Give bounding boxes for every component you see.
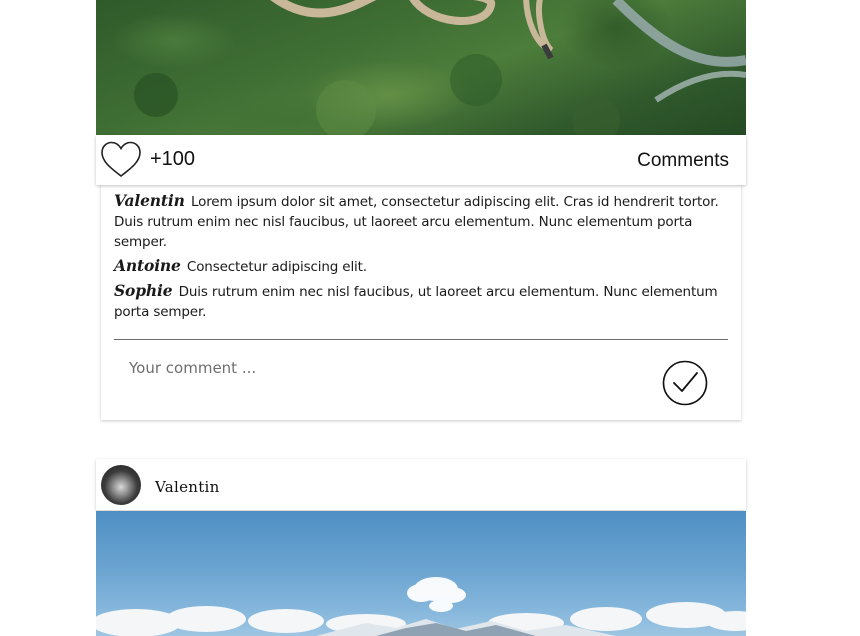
post-action-bar: +100 Comments xyxy=(96,135,746,185)
post-header: Valentin xyxy=(96,459,746,510)
feed: +100 Comments Valentin Lorem ipsum dolor… xyxy=(0,0,860,636)
mountain-image xyxy=(96,577,746,636)
comment-item: Sophie Duis rutrum enim nec nisl faucibu… xyxy=(114,281,726,322)
comment-item: Antoine Consectetur adipiscing elit. xyxy=(114,256,726,277)
post-author-name[interactable]: Valentin xyxy=(155,478,220,496)
comment-input[interactable] xyxy=(129,355,609,381)
comments-panel: Valentin Lorem ipsum dolor sit amet, con… xyxy=(101,185,741,420)
comment-author[interactable]: Valentin xyxy=(114,191,185,210)
comment-author[interactable]: Sophie xyxy=(114,281,173,300)
comment-text: Duis rutrum enim nec nisl faucibus, ut l… xyxy=(114,284,718,320)
comment-divider xyxy=(114,339,728,340)
comment-item: Valentin Lorem ipsum dolor sit amet, con… xyxy=(114,191,726,252)
comment-author[interactable]: Antoine xyxy=(114,256,181,275)
like-count: +100 xyxy=(150,148,196,170)
post-photo-mountains[interactable] xyxy=(96,511,746,636)
heart-icon[interactable] xyxy=(100,139,142,181)
avatar[interactable] xyxy=(101,465,141,505)
comment-text: Consectetur adipiscing elit. xyxy=(186,259,367,275)
comments-button[interactable]: Comments xyxy=(637,150,729,172)
checkmark-circle-icon[interactable] xyxy=(662,360,708,406)
post-photo-road[interactable] xyxy=(96,0,746,135)
comment-text: Lorem ipsum dolor sit amet, consectetur … xyxy=(114,194,719,250)
road-image xyxy=(134,0,746,135)
